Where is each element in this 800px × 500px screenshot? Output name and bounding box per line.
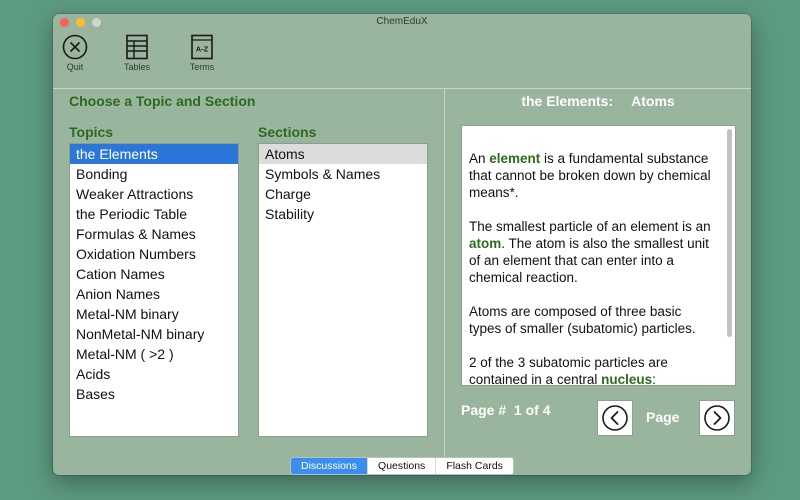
pane-divider bbox=[444, 89, 445, 467]
sections-list[interactable]: Atoms Symbols & Names Charge Stability bbox=[258, 143, 428, 437]
minimize-window-icon[interactable] bbox=[76, 18, 85, 27]
section-item[interactable]: Symbols & Names bbox=[259, 164, 427, 184]
topic-item[interactable]: Anion Names bbox=[70, 284, 238, 304]
section-item[interactable]: Stability bbox=[259, 204, 427, 224]
choose-topic-heading: Choose a Topic and Section bbox=[69, 93, 256, 109]
tables-label: Tables bbox=[123, 62, 150, 72]
topic-item[interactable]: Metal-NM ( >2 ) bbox=[70, 344, 238, 364]
paragraph-text: An bbox=[469, 151, 490, 166]
discussion-paragraph: 2 of the 3 subatomic particles are conta… bbox=[469, 354, 717, 386]
discussion-paragraph: The smallest particle of an element is a… bbox=[469, 218, 717, 286]
quit-label: Quit bbox=[66, 62, 84, 72]
tab-questions[interactable]: Questions bbox=[368, 458, 437, 474]
topic-item[interactable]: Weaker Attractions bbox=[70, 184, 238, 204]
topic-item[interactable]: Formulas & Names bbox=[70, 224, 238, 244]
topics-heading: Topics bbox=[69, 124, 114, 140]
topic-item[interactable]: Metal-NM binary bbox=[70, 304, 238, 324]
paragraph-text: : bbox=[652, 372, 656, 386]
chevron-left-circle-icon bbox=[602, 405, 628, 431]
sections-heading: Sections bbox=[258, 124, 317, 140]
toolbar-divider bbox=[53, 88, 751, 89]
tab-discussions[interactable]: Discussions bbox=[291, 458, 369, 474]
chevron-right-circle-icon bbox=[704, 405, 730, 431]
topic-item[interactable]: the Elements bbox=[70, 144, 238, 164]
topic-item[interactable]: Bonding bbox=[70, 164, 238, 184]
topic-item[interactable]: Oxidation Numbers bbox=[70, 244, 238, 264]
next-page-button[interactable] bbox=[699, 400, 735, 436]
table-icon bbox=[126, 34, 148, 60]
terms-icon-text: A-Z bbox=[196, 45, 209, 54]
previous-page-button[interactable] bbox=[597, 400, 633, 436]
paragraph-text: . The atom is also the smallest unit of … bbox=[469, 236, 709, 285]
topic-item[interactable]: the Periodic Table bbox=[70, 204, 238, 224]
discussion-text-panel[interactable]: An element is a fundamental substance th… bbox=[461, 125, 736, 386]
topics-list[interactable]: the Elements Bonding Weaker Attractions the… bbox=[69, 143, 239, 437]
page-value: 1 of 4 bbox=[513, 402, 551, 418]
mode-segmented-control: Discussions Questions Flash Cards bbox=[290, 457, 514, 475]
tables-button[interactable]: Tables bbox=[115, 34, 159, 72]
content-title: the Elements: Atoms bbox=[445, 93, 751, 109]
section-item[interactable]: Atoms bbox=[259, 144, 427, 164]
topic-item[interactable]: Bases bbox=[70, 384, 238, 404]
window-title: ChemEduX bbox=[376, 16, 428, 27]
content-topic-title: the Elements: bbox=[521, 93, 614, 109]
quit-button[interactable]: Quit bbox=[53, 34, 97, 72]
close-circle-icon bbox=[62, 34, 88, 60]
paragraph-text: Atoms are composed of three basic types … bbox=[469, 304, 696, 336]
title-bar: ChemEduX bbox=[53, 14, 751, 30]
discussion-paragraph: An element is a fundamental substance th… bbox=[469, 150, 717, 201]
discussion-paragraph: Atoms are composed of three basic types … bbox=[469, 303, 717, 337]
highlighted-term: atom bbox=[469, 236, 502, 251]
discussion-text: An element is a fundamental substance th… bbox=[462, 126, 731, 386]
topic-item[interactable]: Acids bbox=[70, 364, 238, 384]
terms-label: Terms bbox=[189, 62, 215, 72]
tab-flash-cards[interactable]: Flash Cards bbox=[436, 458, 513, 474]
highlighted-term: element bbox=[489, 151, 541, 166]
page-label: Page bbox=[646, 409, 680, 425]
page-prefix: Page # bbox=[461, 402, 507, 418]
content-section-title: Atoms bbox=[631, 93, 675, 109]
topic-item[interactable]: NonMetal-NM binary bbox=[70, 324, 238, 344]
glossary-book-icon: A-Z bbox=[191, 34, 213, 60]
page-number: Page # 1 of 4 bbox=[461, 402, 551, 418]
highlighted-term: nucleus bbox=[601, 372, 653, 386]
vertical-scrollbar[interactable] bbox=[727, 129, 732, 337]
terms-button[interactable]: A-Z Terms bbox=[180, 34, 224, 72]
section-item[interactable]: Charge bbox=[259, 184, 427, 204]
paragraph-text: The smallest particle of an element is a… bbox=[469, 219, 711, 234]
app-window: ChemEduX Quit Tables A-Z Terms Choose a … bbox=[53, 14, 751, 475]
topic-item[interactable]: Cation Names bbox=[70, 264, 238, 284]
close-window-icon[interactable] bbox=[60, 18, 69, 27]
zoom-window-icon[interactable] bbox=[92, 18, 101, 27]
